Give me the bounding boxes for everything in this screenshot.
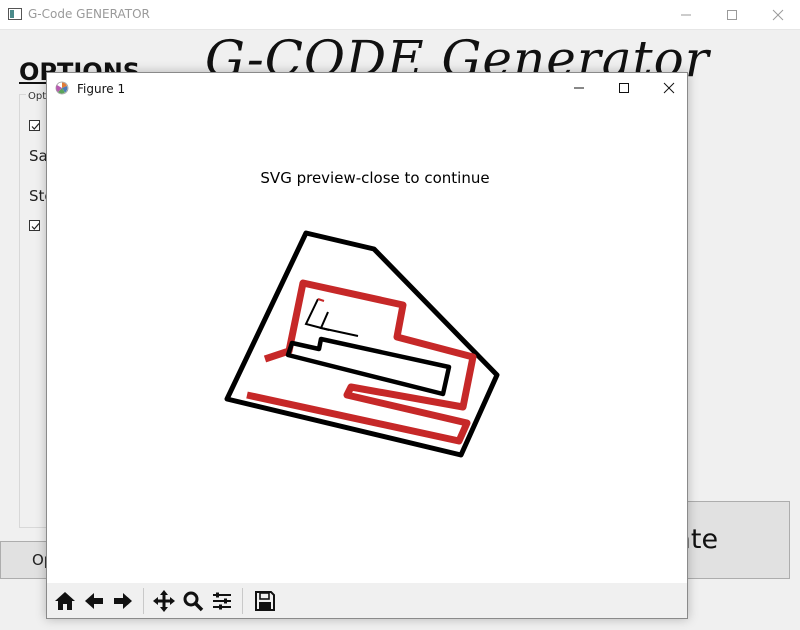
checkmark-icon — [31, 223, 40, 230]
main-close-button[interactable] — [754, 0, 800, 30]
figure-titlebar: Figure 1 — [47, 73, 687, 103]
figure-maximize-button[interactable] — [600, 73, 646, 103]
option-checkbox-1[interactable] — [29, 120, 40, 131]
main-window-title: G-Code GENERATOR — [28, 7, 150, 21]
close-icon — [663, 82, 675, 94]
minimize-icon — [681, 14, 691, 16]
zoom-icon — [183, 591, 204, 612]
save-icon — [255, 591, 275, 611]
home-icon — [55, 592, 75, 610]
toolbar-back-button[interactable] — [80, 588, 108, 614]
minimize-icon — [574, 87, 584, 89]
maximize-icon — [619, 83, 629, 93]
figure-window-title: Figure 1 — [77, 82, 126, 96]
toolbar-separator — [143, 588, 144, 614]
toolbar-pan-button[interactable] — [150, 588, 178, 614]
svg-preview-drawing — [224, 230, 500, 458]
figure-close-button[interactable] — [645, 73, 691, 103]
toolbar-forward-button[interactable] — [109, 588, 137, 614]
main-titlebar: G-Code GENERATOR — [0, 0, 800, 30]
figure-window: Figure 1 SVG preview-close to continue — [46, 72, 688, 619]
option-checkbox-2[interactable] — [29, 220, 40, 231]
option-label-sa: Sa — [29, 147, 48, 165]
pan-icon — [153, 590, 175, 612]
main-minimize-button[interactable] — [662, 0, 708, 30]
back-icon — [85, 593, 103, 609]
configure-subplots-icon — [213, 592, 231, 610]
l-mark-2 — [319, 311, 359, 337]
checkmark-icon — [31, 123, 40, 130]
toolbar-zoom-button[interactable] — [179, 588, 207, 614]
red-accent — [317, 298, 325, 302]
figure-toolbar — [47, 583, 687, 618]
maximize-icon — [727, 10, 737, 20]
l-mark-1 — [304, 298, 330, 331]
main-maximize-button[interactable] — [708, 0, 754, 30]
toolbar-home-button[interactable] — [51, 588, 79, 614]
app-window-icon — [8, 8, 22, 20]
close-icon — [772, 9, 784, 21]
matplotlib-logo-icon — [55, 81, 69, 95]
toolbar-configure-subplots-button[interactable] — [208, 588, 236, 614]
figure-canvas[interactable]: SVG preview-close to continue — [47, 103, 687, 583]
figure-minimize-button[interactable] — [555, 73, 601, 103]
toolbar-save-button[interactable] — [251, 588, 279, 614]
red-toolpath — [246, 279, 477, 445]
toolbar-separator — [242, 588, 243, 614]
forward-icon — [114, 593, 132, 609]
